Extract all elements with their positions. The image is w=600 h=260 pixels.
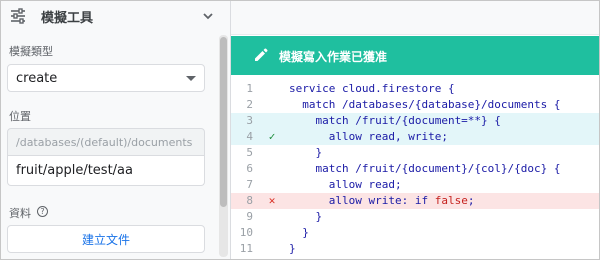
dropdown-arrow-icon [186,76,196,81]
location-prefix-text: /databases/(default)/documents [16,136,193,149]
code-text: } [289,226,309,239]
line-number: 1 [246,82,253,95]
line-number: 3 [246,114,253,127]
code-text: service cloud.firestore { [289,82,455,95]
simulation-type-value: create [16,71,58,86]
tune-icon [11,8,25,24]
code-line: 11 } [231,241,599,257]
rules-toolbar [231,1,599,35]
code-text: } [289,146,323,159]
check-icon: ✓ [268,130,276,143]
line-number: 9 [246,210,253,223]
code-line: 3 match /fruit/{document=**} { [231,113,599,129]
code-line: 5 } [231,145,599,161]
location-label: 位置 [9,110,31,123]
line-number: 7 [246,178,253,191]
result-banner: 模擬寫入作業已獲准 [231,36,599,75]
location-prefix: /databases/(default)/documents [7,128,205,156]
code-text: allow read, write; [289,130,448,143]
line-number: 8 [246,194,253,207]
code-text: } [289,242,296,255]
code-text: allow read; [289,178,402,191]
line-number: 4 [246,130,253,143]
line-number: 6 [246,162,253,175]
panel-header: 模擬工具 [1,1,230,31]
code-line: 6 match /fruit/{document}/{col}/{doc} { [231,161,599,177]
line-number: 2 [246,98,253,111]
help-icon[interactable]: ? [37,206,48,217]
data-label: 資料 [9,207,31,220]
line-number: 5 [246,146,253,159]
code-text: match /fruit/{document=**} { [289,114,501,127]
rules-panel: 模擬寫入作業已獲准 1 service cloud.firestore { 2 … [231,1,599,259]
code-line: 9 } [231,209,599,225]
code-line: 2 match /databases/{database}/documents … [231,97,599,113]
code-text: match /databases/{database}/documents { [289,98,561,111]
banner-message: 模擬寫入作業已獲准 [279,50,388,64]
create-document-button[interactable]: 建立文件 [7,225,205,253]
line-number: 10 [239,226,253,239]
simulation-type-label: 模擬類型 [9,45,53,58]
location-input[interactable] [7,156,205,186]
code-text: allow write: if false; [289,194,475,207]
code-line: 7 allow read; [231,177,599,193]
scrollbar-thumb[interactable] [220,37,227,207]
rules-editor[interactable]: 1 service cloud.firestore { 2 match /dat… [231,75,599,259]
cross-icon: ✕ [268,194,276,207]
code-line-denied: 8 ✕ allow write: if false; [231,193,599,209]
code-text: } [289,210,323,223]
code-line: 10 } [231,225,599,241]
edit-icon [255,48,268,61]
simulation-type-select[interactable]: create [7,64,205,92]
chevron-down-icon[interactable] [201,9,215,23]
code-text: match /fruit/{document}/{col}/{doc} { [289,162,561,175]
panel-title: 模擬工具 [41,11,94,26]
code-line: 1 service cloud.firestore { [231,81,599,97]
simulator-panel: 模擬工具 模擬類型 create 位置 /databases/(default)… [1,1,231,259]
false-keyword: false [434,194,468,207]
simulator-window: 模擬工具 模擬類型 create 位置 /databases/(default)… [0,0,600,260]
code-line-allowed: 4 ✓ allow read, write; [231,129,599,145]
line-number: 11 [239,242,253,255]
